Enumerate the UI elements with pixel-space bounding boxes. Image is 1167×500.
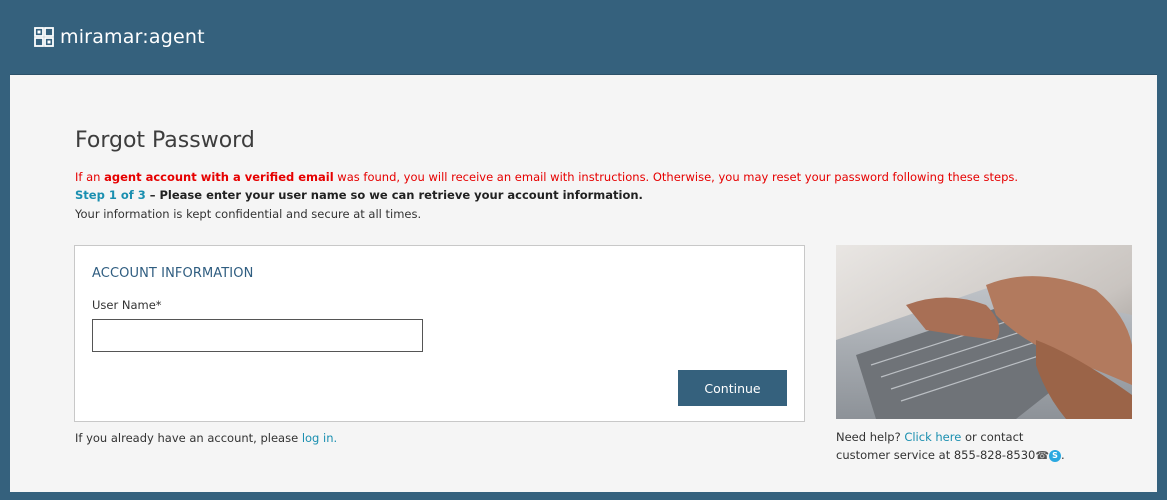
account-info-card: ACCOUNT INFORMATION User Name* Continue — [74, 245, 805, 422]
step-instruction: Step 1 of 3 – Please enter your user nam… — [75, 188, 643, 202]
brand-name: miramar:agent — [60, 26, 205, 48]
skype-call-icon[interactable]: S — [1049, 450, 1062, 462]
app-header: miramar:agent — [0, 0, 1167, 72]
username-input[interactable] — [92, 319, 423, 352]
username-label: User Name* — [92, 298, 162, 312]
notice-message: If an agent account with a verified emai… — [75, 170, 1145, 184]
continue-button[interactable]: Continue — [678, 370, 787, 406]
contact-text: customer service at 855-828-8530 — [836, 448, 1036, 462]
notice-bold: agent account with a verified email — [104, 170, 334, 184]
brand-logo[interactable]: miramar:agent — [34, 24, 205, 50]
login-prefix: If you already have an account, please — [75, 431, 302, 445]
username-label-text: User Name — [92, 298, 156, 312]
help-text: Need help? Click here or contact custome… — [836, 428, 1065, 465]
section-title: ACCOUNT INFORMATION — [92, 266, 254, 281]
info-text: Your information is kept confidential an… — [75, 207, 422, 221]
contact-end: . — [1061, 448, 1065, 462]
required-mark: * — [155, 298, 162, 312]
help-link[interactable]: Click here — [904, 430, 961, 444]
login-prompt: If you already have an account, please l… — [75, 431, 337, 445]
notice-suffix: was found, you will receive an email wit… — [333, 170, 1019, 184]
laptop-typing-image — [836, 245, 1132, 419]
login-link[interactable]: log in. — [302, 431, 337, 445]
page-title: Forgot Password — [75, 128, 255, 153]
help-suffix: or contact — [961, 430, 1024, 444]
notice-prefix: If an — [75, 170, 105, 184]
phone-icon: ☎ — [1035, 449, 1050, 462]
help-prefix: Need help? — [836, 430, 905, 444]
step-text: – Please enter your user name so we can … — [145, 188, 643, 202]
step-label: Step 1 of 3 — [75, 188, 146, 202]
grid-logo-icon — [34, 27, 54, 47]
